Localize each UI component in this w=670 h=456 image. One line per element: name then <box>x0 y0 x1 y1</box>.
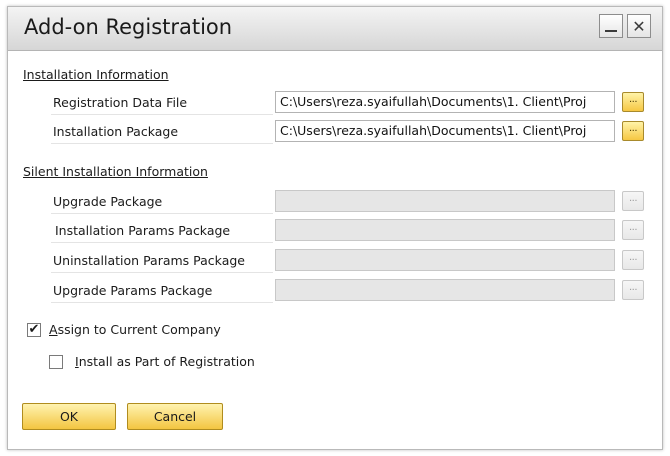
close-button[interactable]: ✕ <box>627 14 651 38</box>
installation-package-input[interactable]: C:\Users\reza.syaifullah\Documents\1. Cl… <box>275 120 615 142</box>
install-as-part-of-registration-checkbox[interactable] <box>49 355 63 369</box>
row-divider <box>51 272 273 273</box>
registration-data-file-label: Registration Data File <box>53 95 188 110</box>
installation-params-package-browse-button: ... <box>622 220 644 240</box>
close-icon: ✕ <box>632 16 646 36</box>
cancel-button[interactable]: Cancel <box>127 403 223 430</box>
upgrade-package-label: Upgrade Package <box>53 194 163 209</box>
row-divider <box>51 114 273 115</box>
install-as-part-of-registration-label[interactable]: Install as Part of Registration <box>75 354 255 369</box>
ok-button[interactable]: OK <box>22 403 116 430</box>
minimize-icon <box>605 30 617 32</box>
installation-params-package-label: Installation Params Package <box>55 223 231 238</box>
installation-information-heading: Installation Information <box>23 67 169 82</box>
minimize-button[interactable] <box>599 14 623 38</box>
registration-data-file-input[interactable]: C:\Users\reza.syaifullah\Documents\1. Cl… <box>275 91 615 113</box>
installation-package-label: Installation Package <box>53 124 179 139</box>
silent-installation-information-heading: Silent Installation Information <box>23 164 208 179</box>
registration-data-file-browse-button[interactable]: ... <box>622 92 644 112</box>
row-divider <box>51 302 273 303</box>
uninstallation-params-package-input <box>275 249 615 271</box>
assign-to-current-company-checkbox[interactable]: ✔ <box>27 323 41 337</box>
row-divider <box>51 143 273 144</box>
title-bar[interactable]: Add-on Registration ✕ <box>8 7 662 51</box>
upgrade-params-package-browse-button: ... <box>622 280 644 300</box>
add-on-registration-dialog: Add-on Registration ✕ Installation Infor… <box>7 6 663 450</box>
installation-params-package-input <box>275 219 615 241</box>
upgrade-params-package-label: Upgrade Params Package <box>53 283 213 298</box>
installation-package-browse-button[interactable]: ... <box>622 121 644 141</box>
row-divider <box>51 242 273 243</box>
row-divider <box>51 213 273 214</box>
uninstallation-params-package-label: Uninstallation Params Package <box>53 253 245 268</box>
upgrade-package-browse-button: ... <box>622 191 644 211</box>
checkmark-icon: ✔ <box>28 322 40 337</box>
upgrade-params-package-input <box>275 279 615 301</box>
assign-to-current-company-label[interactable]: Assign to Current Company <box>49 322 221 337</box>
upgrade-package-input <box>275 190 615 212</box>
dialog-title: Add-on Registration <box>24 15 233 39</box>
uninstallation-params-package-browse-button: ... <box>622 250 644 270</box>
